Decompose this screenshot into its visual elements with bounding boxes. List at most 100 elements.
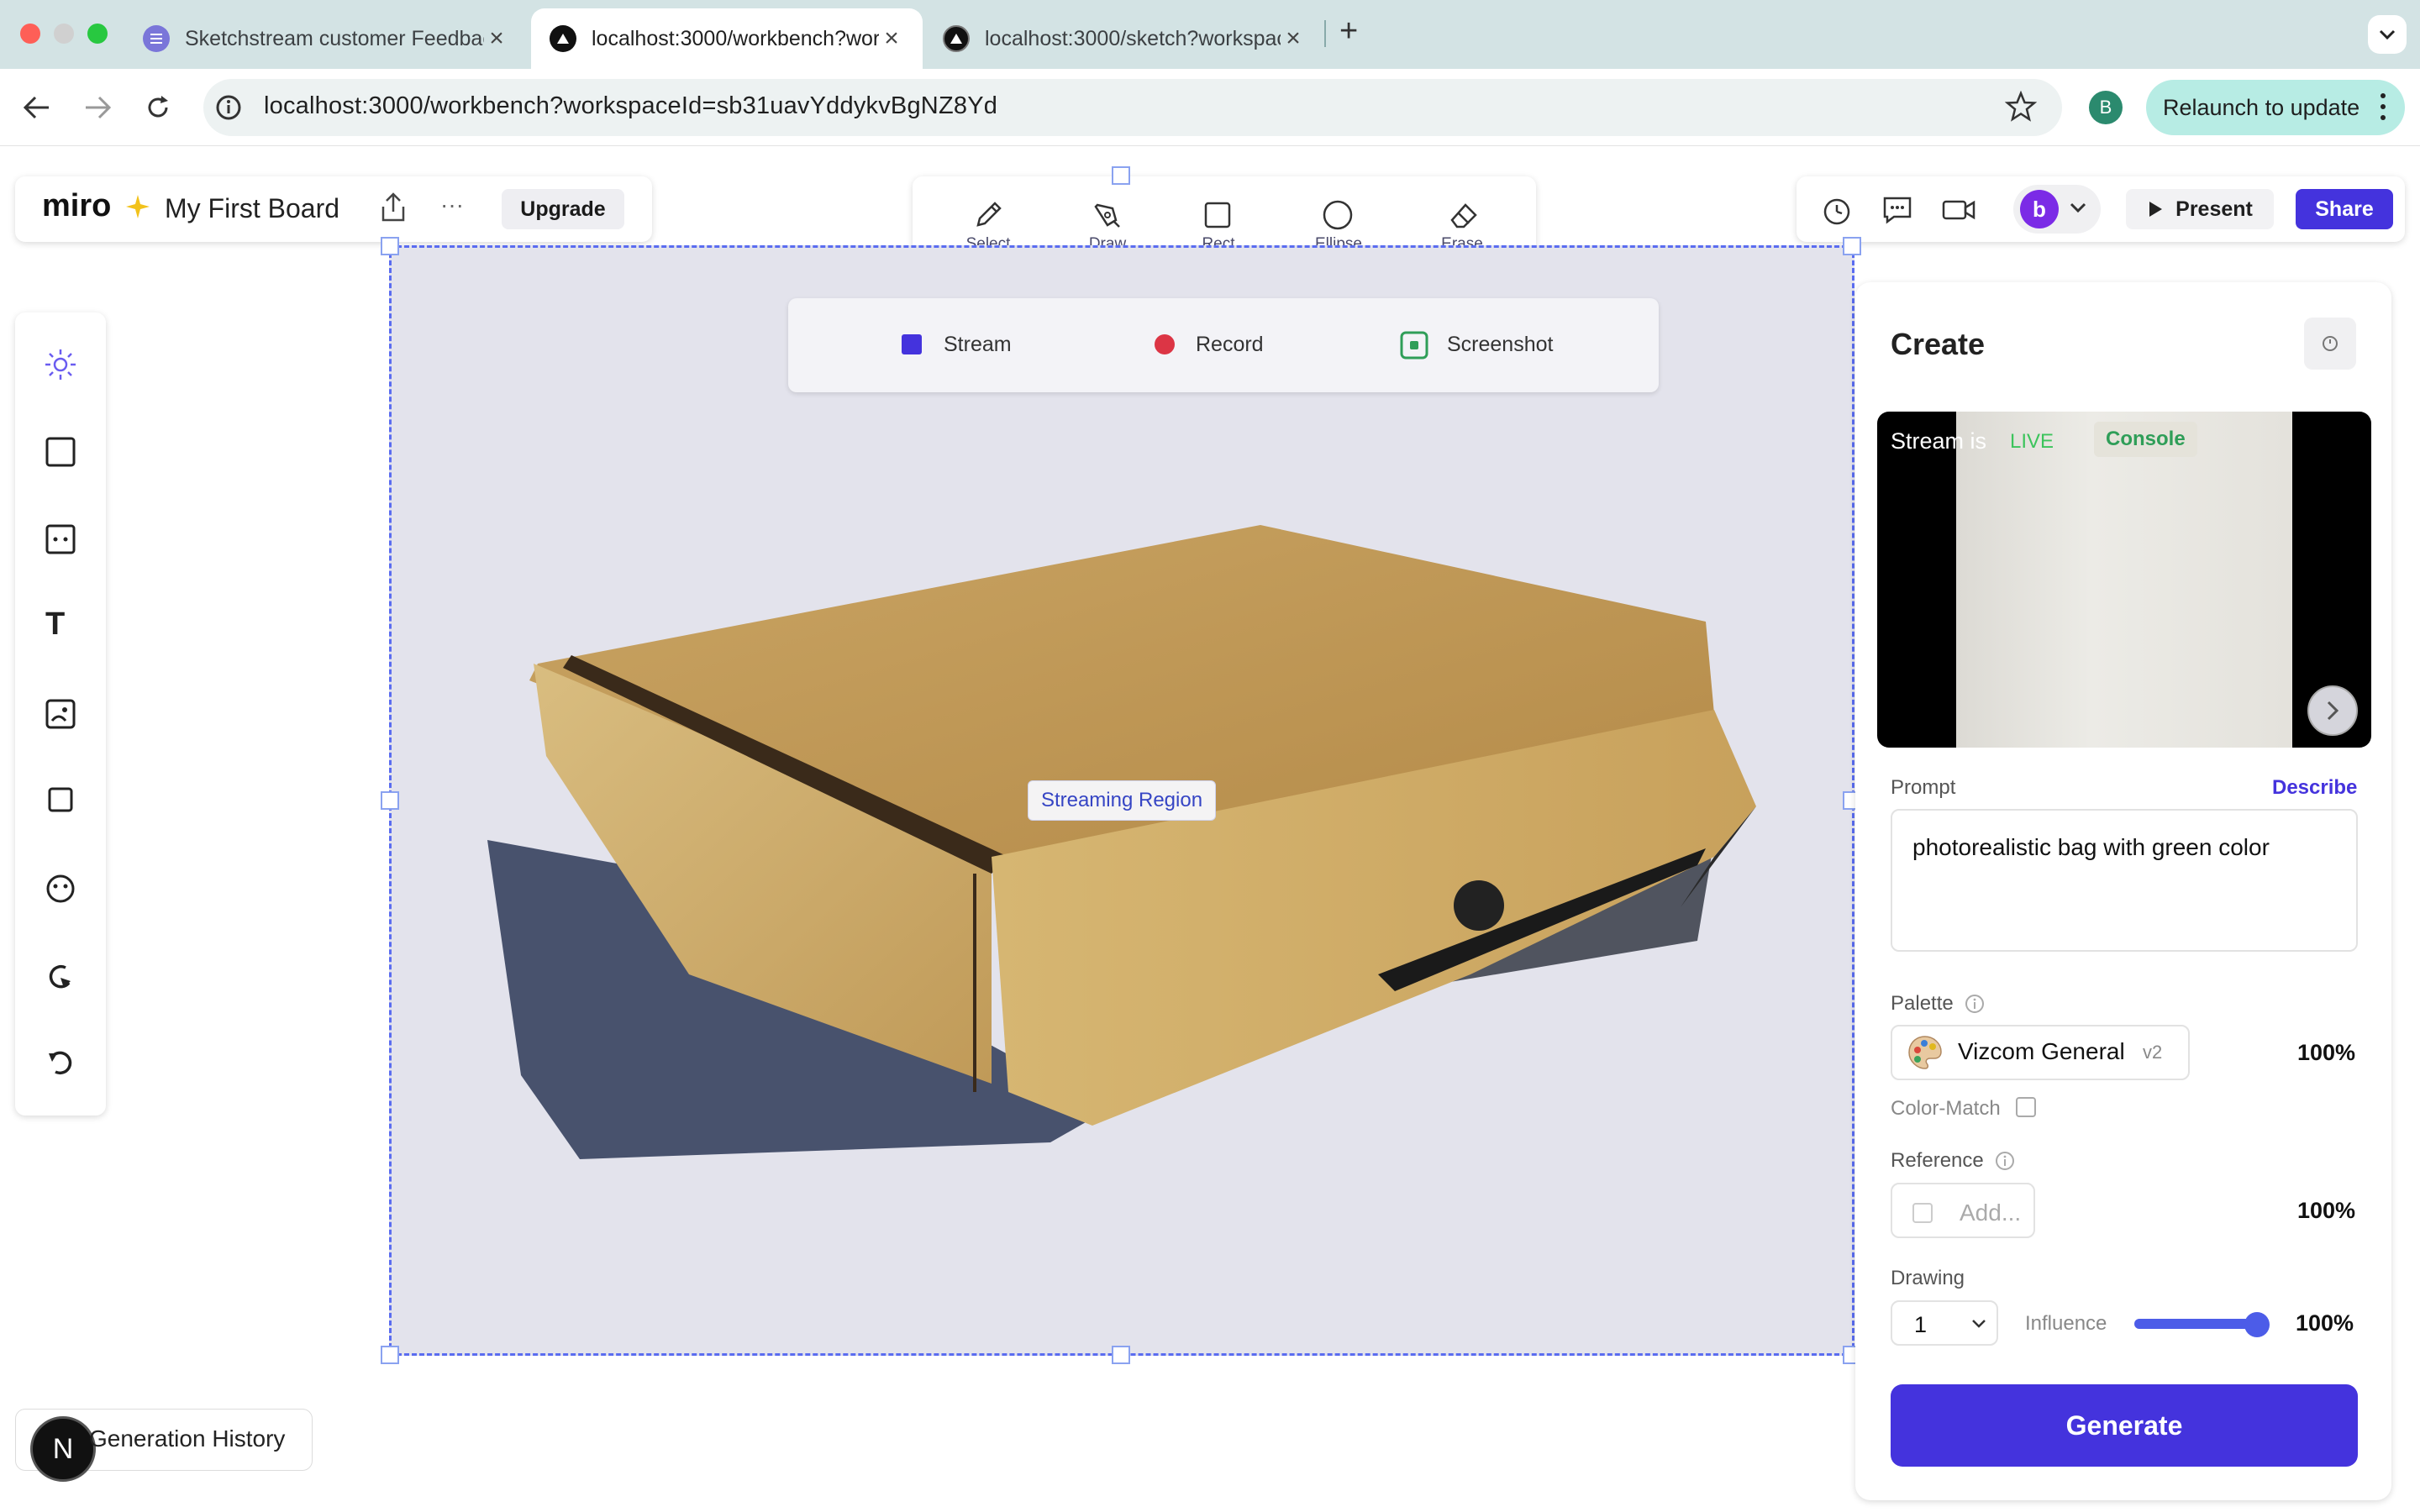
chevron-down-icon [1972, 1320, 1986, 1328]
board-name[interactable]: My First Board [165, 193, 339, 224]
reference-add-button[interactable]: Add... [1891, 1183, 2035, 1238]
present-button[interactable]: Present [2126, 189, 2274, 229]
reload-icon[interactable] [141, 91, 175, 124]
drawing-label: Drawing [1891, 1267, 1965, 1289]
close-tab-icon[interactable]: × [879, 24, 904, 53]
palette-name: Vizcom General [1958, 1038, 2125, 1064]
chevron-down-icon [2379, 29, 2396, 40]
influence-slider-track[interactable] [2134, 1319, 2257, 1329]
new-tab-button[interactable]: + [1339, 13, 1358, 50]
screenshot-button[interactable]: Screenshot [1447, 333, 1553, 357]
profile-avatar[interactable]: B [2089, 91, 2123, 124]
shapes-icon[interactable] [44, 697, 77, 731]
sticky-note-icon[interactable] [44, 522, 77, 556]
resize-handle[interactable] [381, 791, 399, 810]
user-avatar[interactable]: b [2020, 190, 2059, 228]
clock-icon [2323, 336, 2338, 351]
more-options-button[interactable]: ··· [440, 192, 464, 218]
ellipse-icon[interactable] [1321, 198, 1355, 232]
tab-feedback[interactable]: Sketchstream customer Feedback × [124, 8, 528, 69]
palette-percent: 100% [2297, 1040, 2356, 1065]
color-match-checkbox[interactable] [2016, 1097, 2036, 1117]
minimize-window-button[interactable] [54, 24, 74, 44]
cardboard-box-image [487, 525, 1756, 1159]
reference-percent: 100% [2297, 1198, 2356, 1223]
timer-icon[interactable] [1820, 193, 1854, 227]
palette-label: Palette [1891, 992, 1954, 1015]
triangle-logo-icon [943, 25, 970, 52]
info-icon[interactable] [1995, 1151, 2015, 1171]
record-dot-icon[interactable] [1155, 334, 1175, 354]
close-tab-icon[interactable]: × [484, 24, 509, 53]
pencil-icon[interactable] [971, 198, 1005, 232]
resize-handle[interactable] [1112, 1346, 1130, 1364]
stream-button[interactable]: Stream [944, 333, 1012, 357]
sparkle-icon [124, 193, 151, 220]
kebab-menu-icon [2380, 92, 2386, 122]
history-clock-button[interactable] [2304, 318, 2356, 370]
video-icon[interactable] [1941, 195, 1976, 225]
export-icon[interactable] [378, 192, 408, 223]
palette-version: v2 [2143, 1042, 2163, 1063]
generation-history-label[interactable]: Generation History [89, 1425, 285, 1452]
relaunch-button[interactable]: Relaunch to update [2146, 80, 2405, 135]
frame-icon[interactable] [44, 435, 77, 469]
tab-sketch[interactable]: localhost:3000/sketch?workspace × [924, 8, 1324, 69]
info-icon[interactable] [1965, 994, 1985, 1014]
resize-handle[interactable] [1843, 237, 1861, 255]
prompt-text[interactable]: photorealistic bag with green color [1912, 834, 2270, 861]
resize-handle[interactable] [1112, 166, 1130, 185]
share-button[interactable]: Share [2296, 189, 2393, 229]
tab-workbench[interactable]: localhost:3000/workbench?workspaceId × [531, 8, 923, 69]
form-icon [143, 25, 170, 52]
live-badge: LIVE [2010, 430, 2054, 453]
influence-slider-thumb[interactable] [2244, 1312, 2270, 1337]
site-info-icon[interactable] [213, 92, 244, 123]
redo-icon[interactable] [44, 1047, 77, 1080]
comment-icon[interactable] [1881, 193, 1914, 227]
miro-logo[interactable]: miro [42, 188, 111, 224]
pen-icon[interactable] [1091, 198, 1124, 232]
url-text[interactable]: localhost:3000/workbench?workspaceId=sb3… [264, 92, 997, 120]
chevron-down-icon[interactable] [2069, 202, 2087, 215]
bookmark-star-icon[interactable] [2005, 91, 2037, 123]
reference-label: Reference [1891, 1149, 1984, 1172]
resize-handle[interactable] [381, 237, 399, 255]
back-icon[interactable] [20, 92, 54, 123]
describe-link[interactable]: Describe [2272, 776, 2357, 800]
drawing-value: 1 [1914, 1312, 1928, 1337]
emoji-icon[interactable] [44, 872, 77, 906]
tab-title: localhost:3000/workbench?workspaceId [592, 26, 879, 50]
next-badge[interactable]: N [30, 1416, 96, 1482]
chevron-right-icon [2327, 701, 2339, 721]
reference-placeholder: Add... [1960, 1200, 2022, 1226]
forward-icon[interactable] [81, 92, 114, 123]
streaming-region-label: Streaming Region [1028, 780, 1216, 821]
square-icon[interactable] [47, 786, 74, 813]
maximize-window-button[interactable] [87, 24, 108, 44]
generate-button[interactable]: Generate [1891, 1384, 2358, 1467]
undo-icon[interactable] [44, 959, 77, 993]
eraser-icon[interactable] [1447, 198, 1481, 232]
text-tool-icon[interactable]: T [45, 606, 65, 643]
triangle-logo-icon [550, 25, 576, 52]
tab-title: localhost:3000/sketch?workspace [985, 26, 1281, 50]
close-tab-icon[interactable]: × [1281, 24, 1306, 53]
influence-slider-fill [2134, 1319, 2257, 1329]
prompt-input[interactable]: photorealistic bag with green color [1891, 809, 2358, 952]
next-button[interactable] [2307, 685, 2358, 736]
console-button[interactable]: Console [2094, 422, 2197, 457]
screenshot-icon[interactable] [1400, 331, 1428, 360]
play-icon [2149, 202, 2163, 217]
close-window-button[interactable] [20, 24, 40, 44]
record-button[interactable]: Record [1196, 333, 1264, 357]
stream-square-icon[interactable] [902, 334, 922, 354]
sun-icon[interactable] [42, 346, 79, 383]
tab-title: Sketchstream customer Feedback [185, 26, 484, 50]
resize-handle[interactable] [381, 1346, 399, 1364]
drawing-select[interactable]: 1 [1891, 1300, 1998, 1346]
rect-icon[interactable] [1202, 200, 1233, 230]
tab-search-button[interactable] [2368, 15, 2407, 54]
upgrade-button[interactable]: Upgrade [502, 189, 624, 229]
present-label: Present [2175, 197, 2253, 221]
